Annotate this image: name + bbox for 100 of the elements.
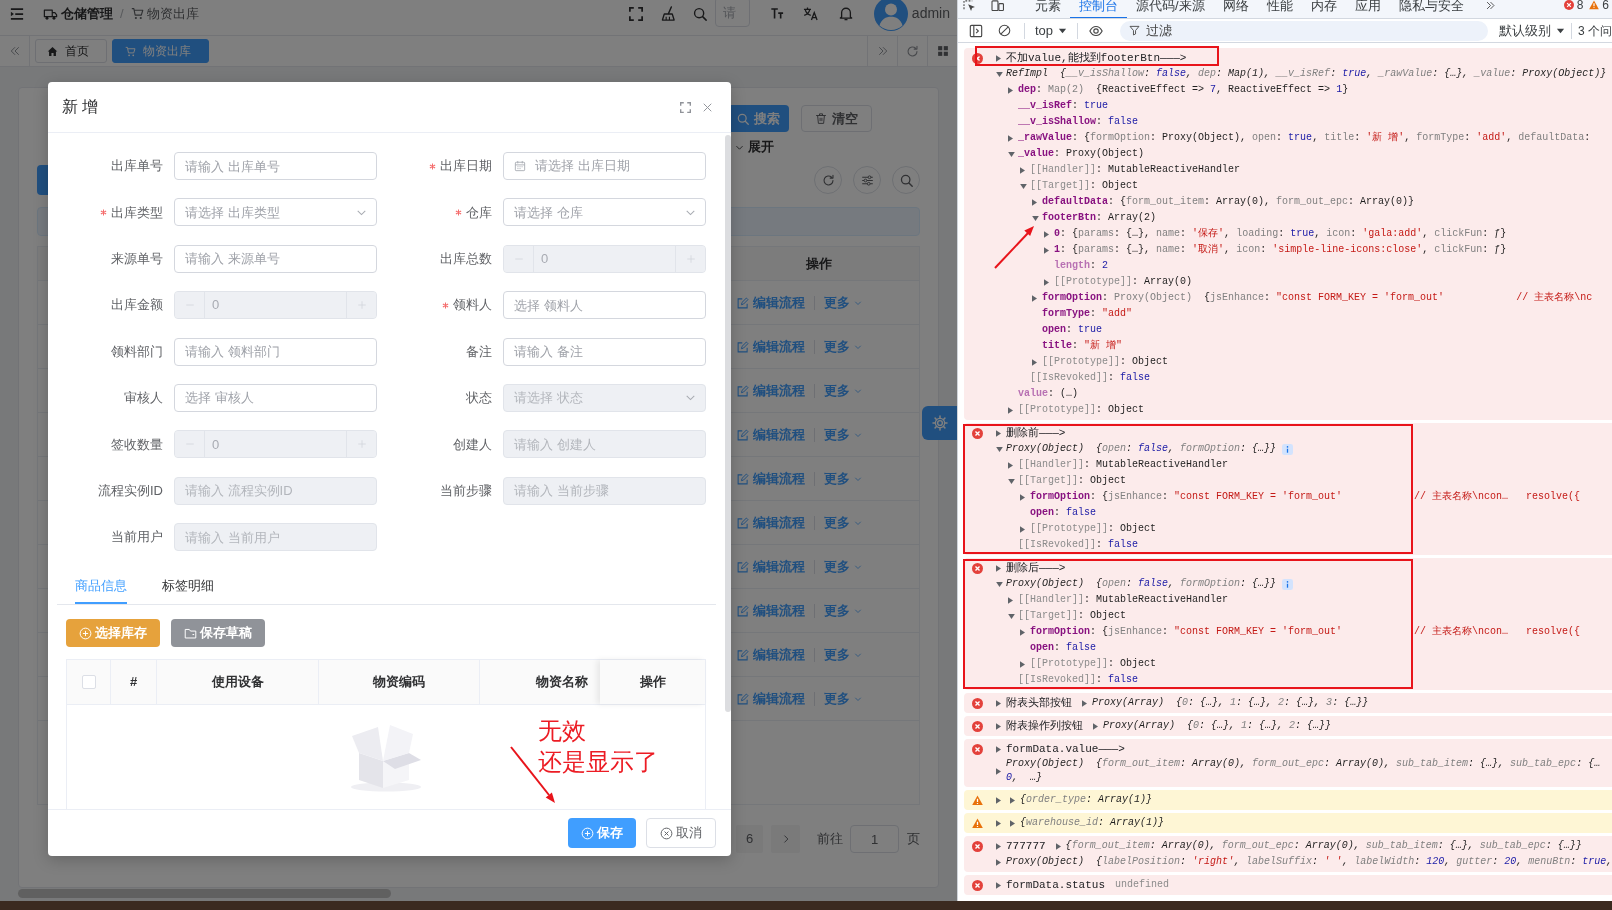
inspect-icon[interactable] xyxy=(963,0,976,11)
disclosure-triangle-icon[interactable] xyxy=(1093,722,1098,730)
disclosure-triangle-icon[interactable] xyxy=(1008,86,1013,94)
disclosure-triangle-icon[interactable] xyxy=(996,722,1001,730)
context-dropdown[interactable]: top xyxy=(1035,20,1068,41)
menu-icon[interactable] xyxy=(10,6,24,21)
search-icon[interactable] xyxy=(692,6,707,21)
edit-link[interactable]: 编辑流程 xyxy=(737,468,805,489)
double-chevron-right-icon[interactable] xyxy=(1484,0,1496,11)
more-dropdown[interactable]: 更多 xyxy=(824,688,862,709)
button[interactable]: 取消 xyxy=(646,818,716,848)
text-field[interactable]: 请输入 来源单号 xyxy=(174,244,377,273)
more-dropdown[interactable]: 更多 xyxy=(824,336,862,357)
checkbox[interactable] xyxy=(81,675,96,690)
disclosure-triangle-icon[interactable] xyxy=(996,796,1001,804)
disclosure-triangle-icon[interactable] xyxy=(996,699,1001,707)
disclosure-triangle-icon[interactable] xyxy=(1020,660,1025,668)
more-dropdown[interactable]: 更多 xyxy=(824,424,862,445)
devtools-tab[interactable]: 控制台 xyxy=(1070,0,1127,18)
devtools-tab[interactable]: 源代码/来源 xyxy=(1127,0,1214,18)
device-icon[interactable] xyxy=(991,0,1004,11)
more-dropdown[interactable]: 更多 xyxy=(824,512,862,533)
font-size-icon[interactable] xyxy=(769,7,784,20)
edit-link[interactable]: 编辑流程 xyxy=(737,600,805,621)
edit-link[interactable]: 编辑流程 xyxy=(737,336,805,357)
disclosure-triangle-icon[interactable] xyxy=(1008,406,1013,414)
disclosure-triangle-icon[interactable] xyxy=(1020,628,1025,636)
devtools-tab[interactable]: 元素 xyxy=(1026,0,1070,18)
disclosure-triangle-icon[interactable] xyxy=(996,581,1003,587)
filter-field[interactable]: 过滤 xyxy=(1120,20,1488,41)
disclosure-triangle-icon[interactable] xyxy=(996,881,1001,889)
disclosure-triangle-icon[interactable] xyxy=(1020,493,1025,501)
edit-link[interactable]: 编辑流程 xyxy=(737,688,805,709)
circle-slash-icon[interactable] xyxy=(998,24,1011,37)
disclosure-triangle-icon[interactable] xyxy=(1055,842,1061,850)
disclosure-triangle-icon[interactable] xyxy=(1008,613,1015,619)
user-name[interactable]: admin xyxy=(911,3,950,24)
translate-icon[interactable] xyxy=(802,6,818,21)
disclosure-triangle-icon[interactable] xyxy=(996,564,1001,572)
page-button[interactable]: 6 xyxy=(736,825,763,853)
disclosure-triangle-icon[interactable] xyxy=(996,842,1001,850)
more-dropdown[interactable]: 更多 xyxy=(824,468,862,489)
button[interactable]: 保存 xyxy=(568,818,636,848)
disclosure-triangle-icon[interactable] xyxy=(1008,134,1013,142)
log-level-dropdown[interactable]: 默认级别 xyxy=(1499,20,1565,41)
disclosure-triangle-icon[interactable] xyxy=(1032,294,1037,302)
disclosure-triangle-icon[interactable] xyxy=(996,819,1001,827)
disclosure-triangle-icon[interactable] xyxy=(996,446,1003,452)
text-field[interactable]: 选择 审核人 xyxy=(174,383,377,412)
disclosure-triangle-icon[interactable] xyxy=(1008,461,1013,469)
disclosure-triangle-icon[interactable] xyxy=(1020,166,1025,174)
disclosure-triangle-icon[interactable] xyxy=(1044,246,1049,254)
tab[interactable]: 商品信息 xyxy=(75,568,127,605)
text-field[interactable]: 请输入 领料部门 xyxy=(174,337,377,366)
button[interactable]: 选择库存 xyxy=(66,619,160,648)
tag[interactable]: 首页 xyxy=(35,39,107,63)
disclosure-triangle-icon[interactable] xyxy=(996,429,1001,437)
edit-link[interactable]: 编辑流程 xyxy=(737,292,805,313)
tab[interactable]: 标签明细 xyxy=(162,568,214,605)
tag[interactable]: 物资出库 xyxy=(112,39,209,63)
disclosure-triangle-icon[interactable] xyxy=(1020,525,1025,533)
bell-icon[interactable] xyxy=(838,6,853,21)
edit-link[interactable]: 编辑流程 xyxy=(737,424,805,445)
more-dropdown[interactable]: 更多 xyxy=(824,600,862,621)
select-field[interactable]: 请选择 出库类型 xyxy=(174,198,377,227)
edit-link[interactable]: 编辑流程 xyxy=(737,380,805,401)
disclosure-triangle-icon[interactable] xyxy=(996,858,1001,866)
more-dropdown[interactable]: 更多 xyxy=(824,380,862,401)
warning-count[interactable]: 6 xyxy=(1602,0,1609,11)
edit-link[interactable]: 编辑流程 xyxy=(737,512,805,533)
select-field[interactable]: 请选择 仓库 xyxy=(503,198,706,227)
fullscreen-icon[interactable] xyxy=(628,6,643,21)
breadcrumb-item[interactable]: 仓储管理 xyxy=(61,3,113,24)
error-count[interactable]: 8 xyxy=(1576,0,1584,11)
close-icon[interactable] xyxy=(702,101,713,113)
disclosure-triangle-icon[interactable] xyxy=(1082,699,1087,707)
devtools-tab[interactable]: 内存 xyxy=(1301,0,1346,18)
disclosure-triangle-icon[interactable] xyxy=(1008,596,1013,604)
clear-button[interactable]: 清空 xyxy=(801,105,872,132)
issues-count[interactable]: 3 个问 xyxy=(1578,21,1612,40)
text-field[interactable]: 请输入 备注 xyxy=(503,337,706,366)
more-dropdown[interactable]: 更多 xyxy=(824,292,862,313)
text-field[interactable]: 选择 领料人 xyxy=(503,291,706,320)
button[interactable]: 保存草稿 xyxy=(171,619,265,648)
expand-button[interactable]: 展开 xyxy=(735,137,774,157)
disclosure-triangle-icon[interactable] xyxy=(996,767,1001,775)
more-dropdown[interactable]: 更多 xyxy=(824,556,862,577)
disclosure-triangle-icon[interactable] xyxy=(1032,215,1039,221)
disclosure-triangle-icon[interactable] xyxy=(1044,230,1049,238)
disclosure-triangle-icon[interactable] xyxy=(1008,478,1015,484)
disclosure-triangle-icon[interactable] xyxy=(1020,183,1027,189)
devtools-tab[interactable]: 性能 xyxy=(1257,0,1302,18)
text-field[interactable]: 请输入 出库单号 xyxy=(174,152,377,180)
scrollbar-thumb[interactable] xyxy=(725,135,731,712)
eye-icon[interactable] xyxy=(1088,23,1105,38)
disclosure-triangle-icon[interactable] xyxy=(996,54,1001,62)
info-icon[interactable] xyxy=(1282,578,1294,590)
disclosure-triangle-icon[interactable] xyxy=(1010,819,1015,827)
devtools-tab[interactable]: 网络 xyxy=(1213,0,1258,18)
edit-link[interactable]: 编辑流程 xyxy=(737,556,805,577)
